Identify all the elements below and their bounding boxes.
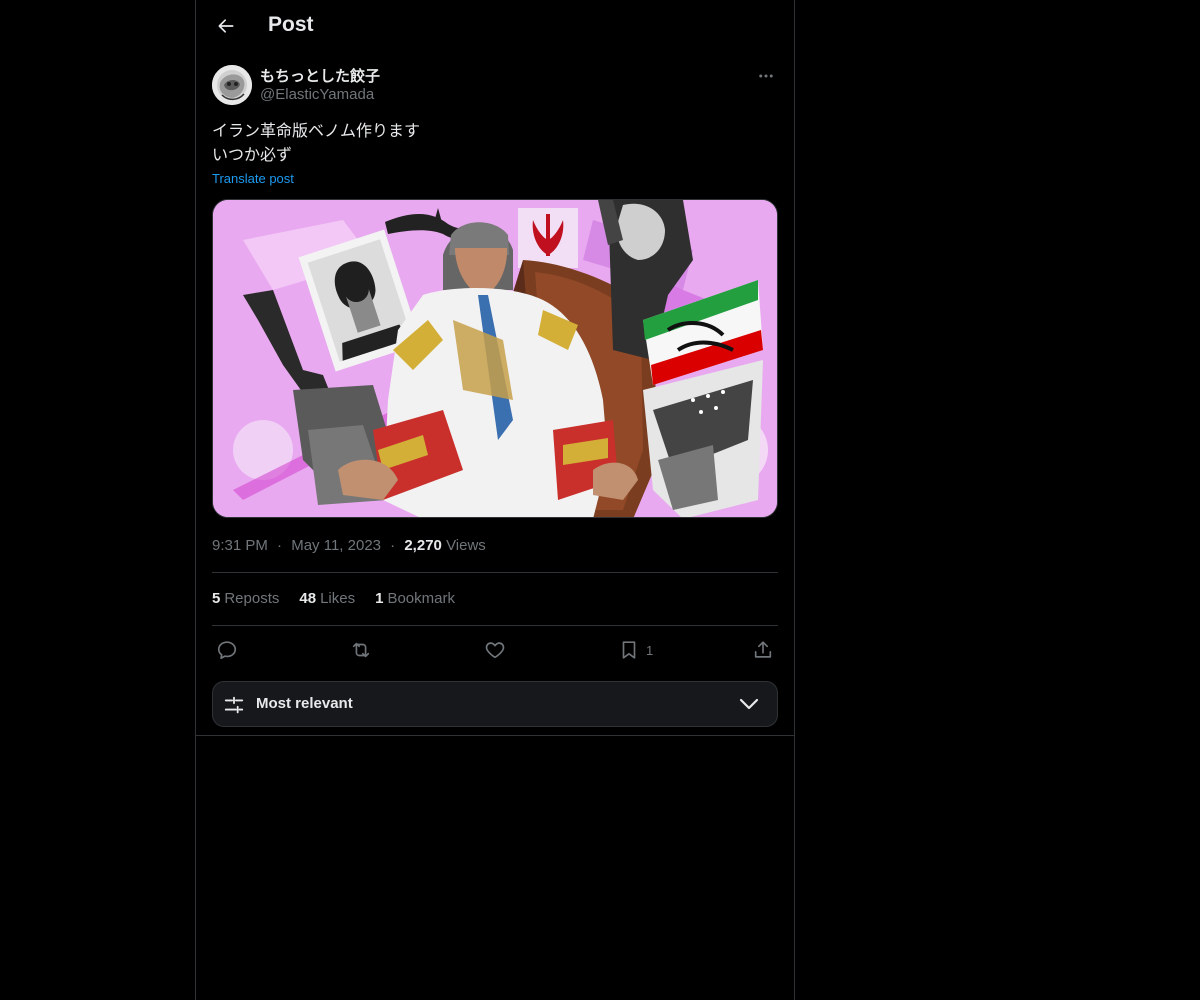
views-count: 2,270 <box>404 537 442 554</box>
action-bar: 1 <box>212 636 778 664</box>
bookmarks-stat[interactable]: 1 Bookmark <box>375 590 455 607</box>
divider <box>196 735 794 736</box>
bookmark-icon <box>622 641 636 659</box>
share-button[interactable] <box>752 636 774 664</box>
post-author: もちっとした餃子 @ElasticYamada <box>212 64 778 108</box>
post-text: イラン革命版ベノム作ります いつか必ず <box>212 120 778 168</box>
more-horizontal-icon <box>759 74 773 78</box>
chevron-down-icon <box>739 698 759 710</box>
page-title: Post <box>268 13 314 36</box>
sliders-icon <box>224 696 244 714</box>
more-options-button[interactable] <box>754 64 778 88</box>
bookmarks-label: Bookmark <box>387 590 455 607</box>
bookmark-count: 1 <box>646 642 654 658</box>
post-time[interactable]: 9:31 PM <box>212 537 268 554</box>
author-handle[interactable]: @ElasticYamada <box>260 86 374 103</box>
meta-separator: · <box>390 537 396 554</box>
repost-button[interactable] <box>350 636 372 664</box>
meta-separator: · <box>277 537 283 554</box>
post-stats: 5 Reposts 48 Likes 1 Bookmark <box>212 590 455 607</box>
page-header: Post <box>196 0 794 54</box>
post-text-line: イラン革命版ベノム作ります <box>212 123 421 140</box>
post-image[interactable] <box>212 199 778 518</box>
reposts-count: 5 <box>212 590 221 607</box>
author-display-name[interactable]: もちっとした餃子 <box>260 65 380 86</box>
repost-icon <box>352 642 370 658</box>
divider <box>212 572 778 573</box>
arrow-left-icon <box>218 19 234 33</box>
reposts-label: Reposts <box>224 590 280 607</box>
avatar[interactable] <box>212 65 252 105</box>
reposts-stat[interactable]: 5 Reposts <box>212 590 279 607</box>
like-button[interactable] <box>484 636 506 664</box>
sort-label: Most relevant <box>256 695 353 712</box>
main-column: Post もちっとした餃子 @ElasticYamada イラン革命版ベノム作り… <box>195 0 795 1000</box>
share-icon <box>754 641 772 658</box>
back-button[interactable] <box>208 8 244 44</box>
translate-post-link[interactable]: Translate post <box>212 171 294 186</box>
post-text-line: いつか必ず <box>212 147 293 164</box>
likes-stat[interactable]: 48 Likes <box>299 590 355 607</box>
post-metadata: 9:31 PM · May 11, 2023 · 2,270 Views <box>212 537 486 554</box>
likes-count: 48 <box>299 590 317 607</box>
bookmark-button[interactable]: 1 <box>618 636 653 664</box>
divider <box>212 625 778 626</box>
heart-icon <box>485 642 505 659</box>
reply-sort-dropdown[interactable]: Most relevant <box>212 681 778 727</box>
views-label: Views <box>446 537 486 554</box>
post-date[interactable]: May 11, 2023 <box>291 537 381 554</box>
likes-label: Likes <box>320 590 356 607</box>
bookmarks-count: 1 <box>375 590 384 607</box>
reply-icon <box>217 641 237 660</box>
reply-button[interactable] <box>216 636 238 664</box>
